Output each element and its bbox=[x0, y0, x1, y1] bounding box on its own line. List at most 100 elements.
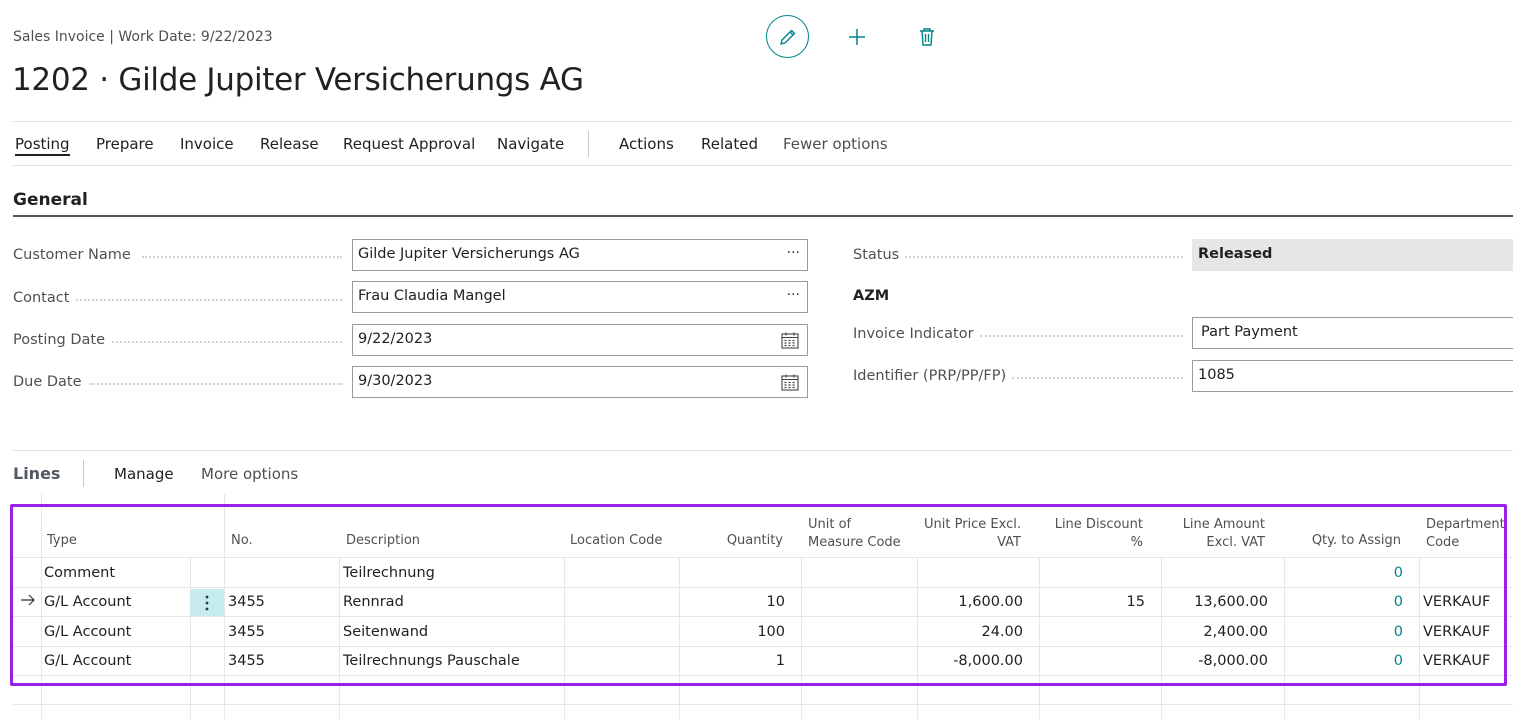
new-button[interactable] bbox=[842, 22, 872, 52]
dotted-leader bbox=[112, 341, 342, 343]
section-divider bbox=[13, 215, 1513, 217]
action-related[interactable]: Related bbox=[701, 135, 758, 153]
cell-department-code[interactable]: VERKAUF bbox=[1423, 624, 1490, 640]
cell-line-discount[interactable]: 15 bbox=[1042, 594, 1145, 610]
grid-line bbox=[1039, 557, 1040, 719]
cell-no[interactable]: 3455 bbox=[228, 624, 265, 640]
dotted-leader bbox=[980, 335, 1183, 337]
cell-line-amount[interactable]: -8,000.00 bbox=[1164, 653, 1268, 669]
grid-line bbox=[13, 704, 1513, 705]
calendar-icon[interactable] bbox=[781, 374, 799, 391]
identifier-field[interactable]: 1085 bbox=[1192, 360, 1513, 392]
edit-button[interactable] bbox=[766, 15, 809, 58]
column-header-line-amount[interactable]: Line Amount Excl. VAT bbox=[1162, 516, 1265, 552]
column-header-department-line1: Department bbox=[1426, 517, 1505, 532]
cell-qty-to-assign[interactable]: 0 bbox=[1290, 594, 1403, 610]
due-date-value: 9/30/2023 bbox=[358, 373, 433, 389]
grid-line bbox=[224, 494, 225, 719]
cell-type[interactable]: Comment bbox=[44, 565, 115, 581]
action-fewer-options[interactable]: Fewer options bbox=[783, 135, 888, 153]
action-separator bbox=[588, 131, 589, 157]
column-header-unit-price[interactable]: Unit Price Excl. VAT bbox=[918, 516, 1021, 552]
cell-department-code[interactable]: VERKAUF bbox=[1423, 594, 1490, 610]
cell-no[interactable]: 3455 bbox=[228, 594, 265, 610]
invoice-indicator-label: Invoice Indicator bbox=[853, 326, 974, 342]
due-date-field[interactable]: 9/30/2023 bbox=[352, 366, 808, 398]
column-header-unit-price-line1: Unit Price Excl. bbox=[923, 517, 1021, 532]
column-header-department-code[interactable]: Department Code bbox=[1426, 516, 1505, 552]
column-header-unit-price-line2: VAT bbox=[997, 535, 1021, 550]
breadcrumb: Sales Invoice | Work Date: 9/22/2023 bbox=[13, 29, 273, 45]
cell-department-code[interactable]: VERKAUF bbox=[1423, 653, 1490, 669]
cell-quantity[interactable]: 1 bbox=[682, 653, 785, 669]
action-request-approval[interactable]: Request Approval bbox=[343, 135, 475, 153]
posting-date-value: 9/22/2023 bbox=[358, 331, 433, 347]
arrow-right-icon bbox=[21, 594, 35, 606]
grid-line bbox=[801, 557, 802, 719]
due-date-label: Due Date bbox=[13, 374, 82, 390]
row-actions-button[interactable] bbox=[190, 589, 224, 616]
grid-line bbox=[339, 557, 340, 719]
cell-unit-price[interactable]: -8,000.00 bbox=[920, 653, 1023, 669]
column-header-qty-to-assign[interactable]: Qty. to Assign bbox=[1285, 532, 1401, 550]
cell-description[interactable]: Teilrechnungs Pauschale bbox=[343, 653, 520, 669]
grid-line bbox=[13, 587, 1513, 588]
column-header-quantity[interactable]: Quantity bbox=[690, 532, 783, 550]
grid-line bbox=[1161, 557, 1162, 719]
customer-name-field[interactable]: Gilde Jupiter Versicherungs AG ··· bbox=[352, 239, 808, 271]
lines-grid: Type No. Description Location Code Quant… bbox=[0, 494, 1513, 719]
cell-description[interactable]: Seitenwand bbox=[343, 624, 428, 640]
column-header-type[interactable]: Type bbox=[47, 532, 77, 550]
cell-description[interactable]: Teilrechnung bbox=[343, 565, 435, 581]
lines-bar: Lines Manage More options bbox=[13, 450, 1513, 494]
cell-type[interactable]: G/L Account bbox=[44, 594, 131, 610]
cell-description[interactable]: Rennrad bbox=[343, 594, 404, 610]
cell-quantity[interactable]: 10 bbox=[682, 594, 785, 610]
cell-unit-price[interactable]: 24.00 bbox=[920, 624, 1023, 640]
column-header-description[interactable]: Description bbox=[346, 532, 420, 550]
cell-qty-to-assign[interactable]: 0 bbox=[1290, 624, 1403, 640]
action-invoice[interactable]: Invoice bbox=[180, 135, 234, 153]
action-navigate[interactable]: Navigate bbox=[497, 135, 564, 153]
cell-no[interactable]: 3455 bbox=[228, 653, 265, 669]
posting-date-label: Posting Date bbox=[13, 332, 106, 348]
column-header-department-line2: Code bbox=[1426, 535, 1460, 550]
column-header-uom[interactable]: Unit of Measure Code bbox=[808, 516, 901, 552]
cell-line-amount[interactable]: 2,400.00 bbox=[1164, 624, 1268, 640]
action-release[interactable]: Release bbox=[260, 135, 319, 153]
cell-unit-price[interactable]: 1,600.00 bbox=[920, 594, 1023, 610]
column-header-line-amount-line2: Excl. VAT bbox=[1206, 535, 1265, 550]
lines-title[interactable]: Lines bbox=[13, 464, 60, 483]
action-prepare[interactable]: Prepare bbox=[96, 135, 154, 153]
customer-lookup-button[interactable]: ··· bbox=[787, 245, 800, 261]
lines-more-options[interactable]: More options bbox=[201, 465, 298, 483]
delete-button[interactable] bbox=[912, 22, 942, 52]
top-actions bbox=[766, 15, 942, 58]
cell-line-amount[interactable]: 13,600.00 bbox=[1164, 594, 1268, 610]
cell-type[interactable]: G/L Account bbox=[44, 653, 131, 669]
invoice-indicator-select[interactable]: Part Payment bbox=[1192, 317, 1513, 349]
plus-icon bbox=[849, 28, 865, 45]
calendar-icon[interactable] bbox=[781, 332, 799, 349]
column-header-line-discount-line2: % bbox=[1130, 535, 1143, 550]
contact-lookup-button[interactable]: ··· bbox=[787, 287, 800, 303]
action-actions[interactable]: Actions bbox=[619, 135, 674, 153]
column-header-line-discount[interactable]: Line Discount % bbox=[1040, 516, 1143, 552]
section-title-general[interactable]: General bbox=[13, 190, 88, 210]
lines-manage[interactable]: Manage bbox=[114, 465, 174, 483]
column-header-line-discount-line1: Line Discount bbox=[1054, 517, 1143, 532]
posting-date-field[interactable]: 9/22/2023 bbox=[352, 324, 808, 356]
column-header-location-code[interactable]: Location Code bbox=[570, 532, 662, 550]
column-header-no[interactable]: No. bbox=[231, 532, 253, 550]
dotted-leader bbox=[90, 383, 342, 385]
action-posting[interactable]: Posting bbox=[15, 135, 70, 156]
cell-type[interactable]: G/L Account bbox=[44, 624, 131, 640]
cell-qty-to-assign[interactable]: 0 bbox=[1290, 653, 1403, 669]
cell-quantity[interactable]: 100 bbox=[682, 624, 785, 640]
cell-qty-to-assign[interactable]: 0 bbox=[1290, 565, 1403, 581]
column-header-line-amount-line1: Line Amount bbox=[1182, 517, 1265, 532]
contact-value: Frau Claudia Mangel bbox=[358, 288, 506, 304]
grid-line bbox=[190, 557, 191, 719]
status-value: Released bbox=[1192, 239, 1513, 271]
contact-field[interactable]: Frau Claudia Mangel ··· bbox=[352, 281, 808, 313]
